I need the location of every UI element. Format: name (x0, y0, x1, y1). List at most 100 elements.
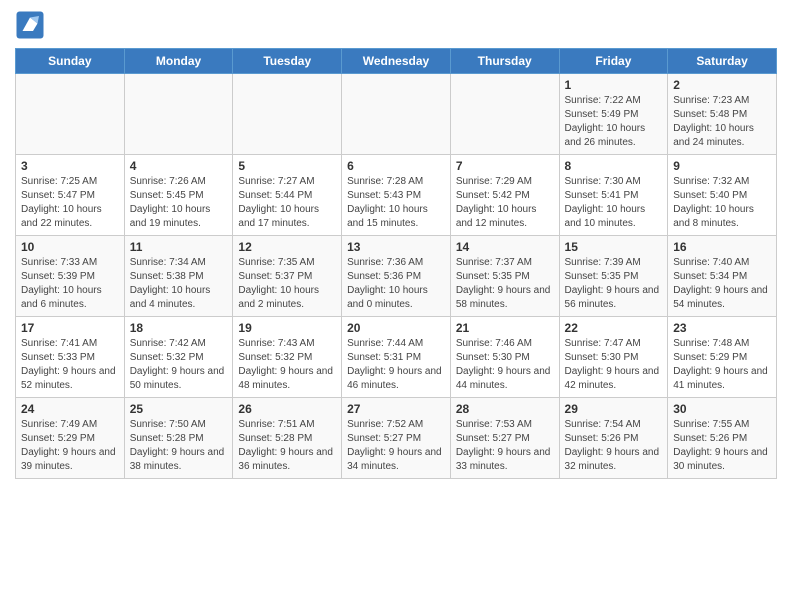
day-number: 9 (673, 159, 771, 173)
day-number: 3 (21, 159, 119, 173)
logo-icon (15, 10, 45, 40)
calendar-cell: 9 Sunrise: 7:32 AM Sunset: 5:40 PM Daylig… (668, 155, 777, 236)
calendar-header-row: SundayMondayTuesdayWednesdayThursdayFrid… (16, 49, 777, 74)
calendar-cell: 10Sunrise: 7:33 AM Sunset: 5:39 PM Dayli… (16, 236, 125, 317)
calendar-cell: 24 Sunrise: 7:49 AM Sunset: 5:29 PM Dayli… (16, 398, 125, 479)
day-number: 8 (565, 159, 663, 173)
day-info: Sunrise: 7:50 AM Sunset: 5:28 PM Dayligh… (130, 418, 228, 474)
day-number: 2 (673, 78, 771, 92)
day-info: Sunrise: 7:55 AM Sunset: 5:26 PM Dayligh… (673, 418, 771, 474)
day-info: Sunrise: 7:26 AM Sunset: 5:45 PM Dayligh… (130, 175, 228, 231)
day-number: 25 (130, 402, 228, 416)
calendar-cell (16, 74, 125, 155)
day-header-wednesday: Wednesday (342, 49, 451, 74)
calendar-cell: 6 Sunrise: 7:28 AM Sunset: 5:43 PM Daylig… (342, 155, 451, 236)
day-number: 22 (565, 321, 663, 335)
day-number: 21 (456, 321, 554, 335)
calendar-week-5: 24 Sunrise: 7:49 AM Sunset: 5:29 PM Dayli… (16, 398, 777, 479)
day-info: Sunrise: 7:53 AM Sunset: 5:27 PM Dayligh… (456, 418, 554, 474)
calendar-cell: 2 Sunrise: 7:23 AM Sunset: 5:48 PM Daylig… (668, 74, 777, 155)
day-number: 11 (130, 240, 228, 254)
day-info: Sunrise: 7:27 AM Sunset: 5:44 PM Dayligh… (238, 175, 336, 231)
calendar-cell: 7 Sunrise: 7:29 AM Sunset: 5:42 PM Daylig… (450, 155, 559, 236)
day-number: 28 (456, 402, 554, 416)
day-header-tuesday: Tuesday (233, 49, 342, 74)
day-header-friday: Friday (559, 49, 668, 74)
calendar-cell: 20 Sunrise: 7:44 AM Sunset: 5:31 PM Dayli… (342, 317, 451, 398)
calendar-week-2: 3 Sunrise: 7:25 AM Sunset: 5:47 PM Daylig… (16, 155, 777, 236)
calendar-cell: 22 Sunrise: 7:47 AM Sunset: 5:30 PM Dayli… (559, 317, 668, 398)
day-number: 13 (347, 240, 445, 254)
day-number: 14 (456, 240, 554, 254)
day-info: Sunrise: 7:35 AM Sunset: 5:37 PM Dayligh… (238, 256, 336, 312)
day-info: Sunrise: 7:32 AM Sunset: 5:40 PM Dayligh… (673, 175, 771, 231)
day-number: 16 (673, 240, 771, 254)
calendar-cell: 16 Sunrise: 7:40 AM Sunset: 5:34 PM Dayli… (668, 236, 777, 317)
day-info: Sunrise: 7:48 AM Sunset: 5:29 PM Dayligh… (673, 337, 771, 393)
day-info: Sunrise: 7:54 AM Sunset: 5:26 PM Dayligh… (565, 418, 663, 474)
day-info: Sunrise: 7:39 AM Sunset: 5:35 PM Dayligh… (565, 256, 663, 312)
day-info: Sunrise: 7:42 AM Sunset: 5:32 PM Dayligh… (130, 337, 228, 393)
calendar-cell (450, 74, 559, 155)
day-info: Sunrise: 7:52 AM Sunset: 5:27 PM Dayligh… (347, 418, 445, 474)
calendar-cell (342, 74, 451, 155)
calendar-cell: 19 Sunrise: 7:43 AM Sunset: 5:32 PM Dayli… (233, 317, 342, 398)
day-header-monday: Monday (124, 49, 233, 74)
day-number: 5 (238, 159, 336, 173)
day-info: Sunrise: 7:29 AM Sunset: 5:42 PM Dayligh… (456, 175, 554, 231)
day-info: Sunrise: 7:44 AM Sunset: 5:31 PM Dayligh… (347, 337, 445, 393)
calendar-cell: 4 Sunrise: 7:26 AM Sunset: 5:45 PM Daylig… (124, 155, 233, 236)
page-container: SundayMondayTuesdayWednesdayThursdayFrid… (0, 0, 792, 489)
page-header (15, 10, 777, 40)
calendar-cell: 17Sunrise: 7:41 AM Sunset: 5:33 PM Dayli… (16, 317, 125, 398)
day-info: Sunrise: 7:40 AM Sunset: 5:34 PM Dayligh… (673, 256, 771, 312)
calendar-cell: 28 Sunrise: 7:53 AM Sunset: 5:27 PM Dayli… (450, 398, 559, 479)
day-info: Sunrise: 7:28 AM Sunset: 5:43 PM Dayligh… (347, 175, 445, 231)
day-number: 6 (347, 159, 445, 173)
day-info: Sunrise: 7:43 AM Sunset: 5:32 PM Dayligh… (238, 337, 336, 393)
calendar-cell: 3 Sunrise: 7:25 AM Sunset: 5:47 PM Daylig… (16, 155, 125, 236)
day-info: Sunrise: 7:46 AM Sunset: 5:30 PM Dayligh… (456, 337, 554, 393)
day-header-thursday: Thursday (450, 49, 559, 74)
calendar-week-3: 10Sunrise: 7:33 AM Sunset: 5:39 PM Dayli… (16, 236, 777, 317)
calendar-cell: 11 Sunrise: 7:34 AM Sunset: 5:38 PM Dayli… (124, 236, 233, 317)
day-info: Sunrise: 7:34 AM Sunset: 5:38 PM Dayligh… (130, 256, 228, 312)
day-number: 4 (130, 159, 228, 173)
day-number: 18 (130, 321, 228, 335)
day-number: 7 (456, 159, 554, 173)
day-number: 23 (673, 321, 771, 335)
calendar-cell: 29Sunrise: 7:54 AM Sunset: 5:26 PM Dayli… (559, 398, 668, 479)
day-number: 30 (673, 402, 771, 416)
day-info: Sunrise: 7:30 AM Sunset: 5:41 PM Dayligh… (565, 175, 663, 231)
day-number: 24 (21, 402, 119, 416)
calendar-cell: 23 Sunrise: 7:48 AM Sunset: 5:29 PM Dayli… (668, 317, 777, 398)
day-number: 17 (21, 321, 119, 335)
calendar-cell (233, 74, 342, 155)
calendar-cell: 8 Sunrise: 7:30 AM Sunset: 5:41 PM Daylig… (559, 155, 668, 236)
day-info: Sunrise: 7:49 AM Sunset: 5:29 PM Dayligh… (21, 418, 119, 474)
calendar-week-4: 17Sunrise: 7:41 AM Sunset: 5:33 PM Dayli… (16, 317, 777, 398)
day-number: 27 (347, 402, 445, 416)
calendar-cell: 18 Sunrise: 7:42 AM Sunset: 5:32 PM Dayli… (124, 317, 233, 398)
day-info: Sunrise: 7:33 AM Sunset: 5:39 PM Dayligh… (21, 256, 119, 312)
day-number: 12 (238, 240, 336, 254)
day-info: Sunrise: 7:47 AM Sunset: 5:30 PM Dayligh… (565, 337, 663, 393)
day-header-saturday: Saturday (668, 49, 777, 74)
calendar-cell: 1Sunrise: 7:22 AM Sunset: 5:49 PM Daylig… (559, 74, 668, 155)
day-number: 19 (238, 321, 336, 335)
day-info: Sunrise: 7:23 AM Sunset: 5:48 PM Dayligh… (673, 94, 771, 150)
calendar-cell: 26Sunrise: 7:51 AM Sunset: 5:28 PM Dayli… (233, 398, 342, 479)
calendar-cell: 14Sunrise: 7:37 AM Sunset: 5:35 PM Dayli… (450, 236, 559, 317)
calendar-cell: 13 Sunrise: 7:36 AM Sunset: 5:36 PM Dayli… (342, 236, 451, 317)
day-number: 20 (347, 321, 445, 335)
day-info: Sunrise: 7:51 AM Sunset: 5:28 PM Dayligh… (238, 418, 336, 474)
calendar-cell: 12 Sunrise: 7:35 AM Sunset: 5:37 PM Dayli… (233, 236, 342, 317)
calendar-cell: 27 Sunrise: 7:52 AM Sunset: 5:27 PM Dayli… (342, 398, 451, 479)
day-info: Sunrise: 7:25 AM Sunset: 5:47 PM Dayligh… (21, 175, 119, 231)
logo (15, 10, 49, 40)
calendar-week-1: 1Sunrise: 7:22 AM Sunset: 5:49 PM Daylig… (16, 74, 777, 155)
day-info: Sunrise: 7:36 AM Sunset: 5:36 PM Dayligh… (347, 256, 445, 312)
calendar-cell: 5 Sunrise: 7:27 AM Sunset: 5:44 PM Daylig… (233, 155, 342, 236)
day-number: 1 (565, 78, 663, 92)
day-header-sunday: Sunday (16, 49, 125, 74)
